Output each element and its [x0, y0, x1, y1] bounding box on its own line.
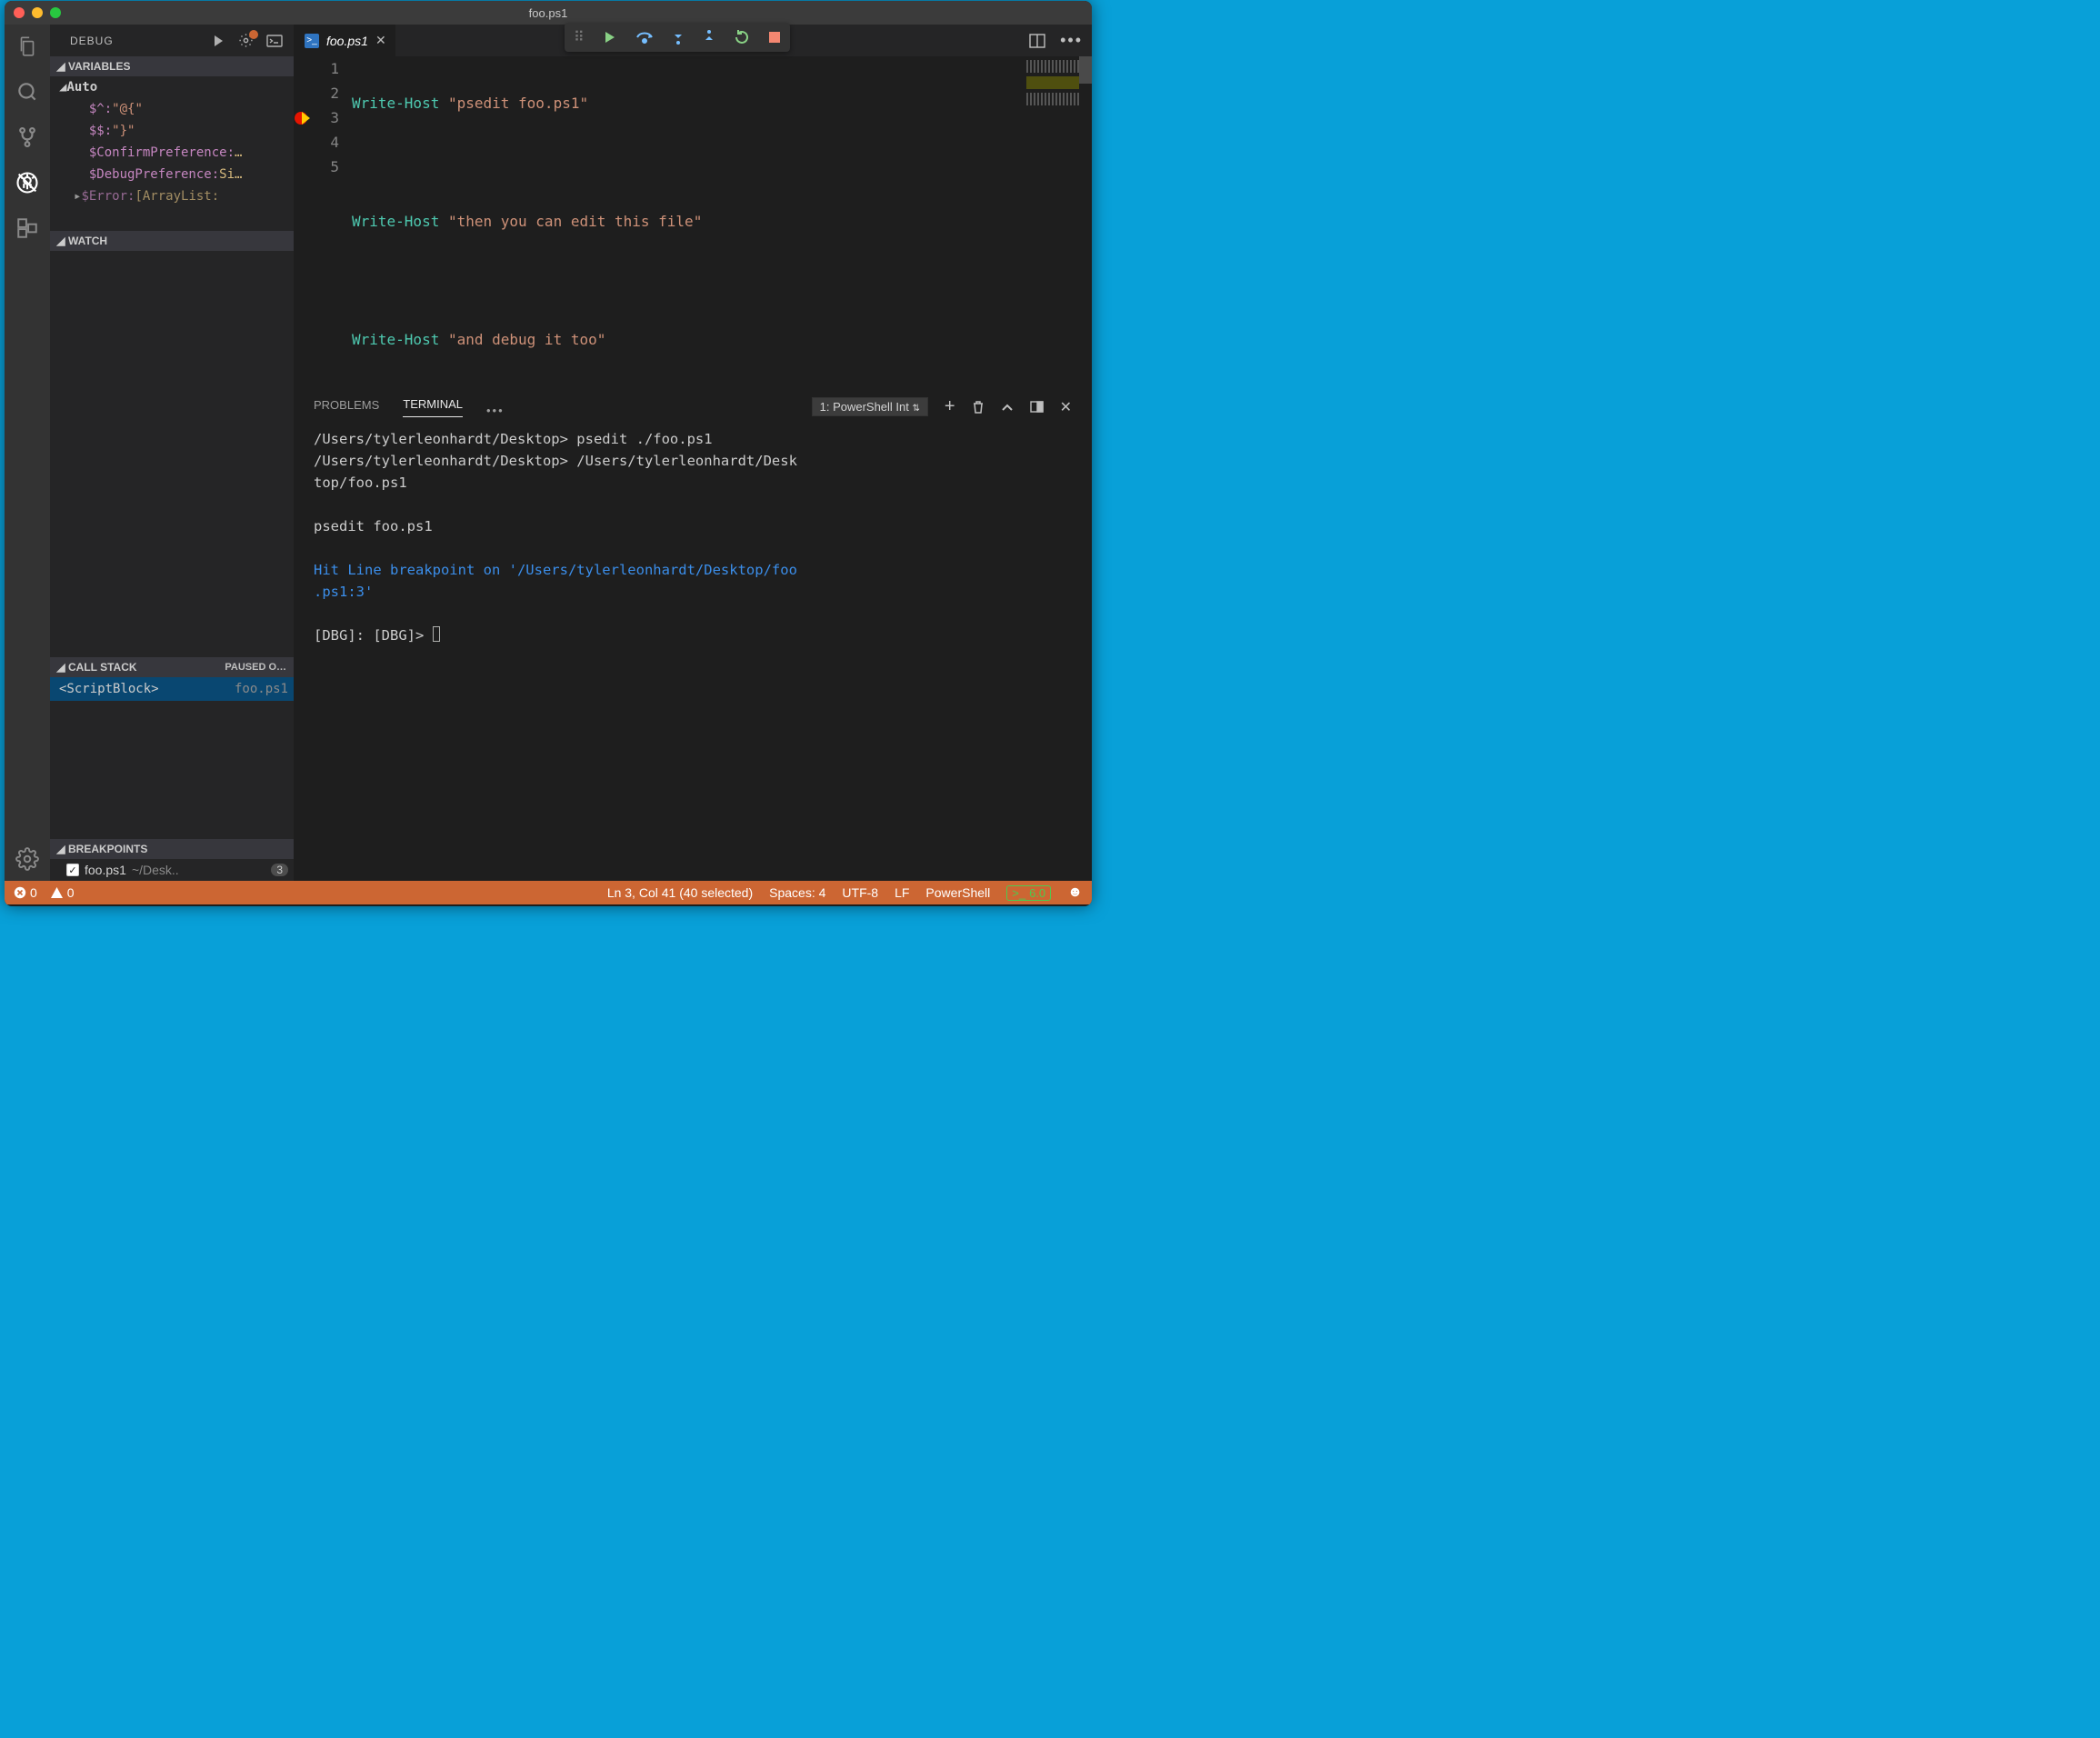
panel-tabs: PROBLEMS TERMINAL ••• 1: PowerShell Int …: [294, 387, 1092, 417]
debug-title: DEBUG: [70, 35, 211, 47]
debug-icon[interactable]: [15, 170, 40, 195]
start-debug-icon[interactable]: [211, 34, 225, 48]
panel-chevron-up-icon[interactable]: [1001, 403, 1014, 412]
extensions-icon[interactable]: [15, 215, 40, 241]
source-control-icon[interactable]: [15, 125, 40, 150]
breakpoint-checkbox[interactable]: ✓: [66, 864, 79, 876]
minimap[interactable]: [1026, 60, 1079, 105]
status-cursor-position[interactable]: Ln 3, Col 41 (40 selected): [607, 885, 753, 900]
breakpoints-section-header[interactable]: ◢BREAKPOINTS: [50, 839, 294, 859]
watch-section-header[interactable]: ◢WATCH: [50, 231, 294, 251]
callstack-section-header[interactable]: ◢CALL STACK PAUSED O…: [50, 657, 294, 677]
stop-button[interactable]: [768, 31, 781, 44]
debug-config-icon[interactable]: [238, 33, 254, 48]
variable-row[interactable]: $DebugPreference: Si…: [50, 164, 294, 185]
debug-header: DEBUG: [50, 25, 294, 56]
window-title: foo.ps1: [5, 6, 1092, 20]
code-editor[interactable]: 1 2 3 4 5 Write-Host "psedit foo.ps1" Wr…: [294, 56, 1092, 386]
vscode-window: foo.ps1: [5, 1, 1092, 906]
debug-toolbar[interactable]: ⠿: [565, 23, 790, 52]
panel: PROBLEMS TERMINAL ••• 1: PowerShell Int …: [294, 386, 1092, 881]
breakpoint-gutter[interactable]: [294, 56, 312, 386]
status-encoding[interactable]: UTF-8: [842, 885, 878, 900]
explorer-icon[interactable]: [15, 34, 40, 59]
maximize-panel-icon[interactable]: [1030, 401, 1044, 413]
debug-console-icon[interactable]: [266, 35, 283, 47]
titlebar: foo.ps1: [5, 1, 1092, 25]
callstack-frame[interactable]: <ScriptBlock> foo.ps1: [50, 677, 294, 701]
tab-foo-ps1[interactable]: >_ foo.ps1 ✕: [294, 25, 395, 56]
scroll-thumb[interactable]: [1079, 56, 1092, 84]
status-warnings[interactable]: 0: [50, 885, 75, 900]
search-icon[interactable]: [15, 79, 40, 105]
activity-bar: [5, 25, 50, 881]
close-panel-icon[interactable]: ✕: [1060, 398, 1072, 416]
breakpoint-row[interactable]: ✓ foo.ps1 ~/Desk.. 3: [50, 859, 294, 881]
split-editor-icon[interactable]: [1029, 34, 1045, 48]
status-powershell-version[interactable]: >_ 6.0: [1006, 885, 1051, 901]
powershell-file-icon: >_: [305, 34, 319, 48]
settings-gear-icon[interactable]: [15, 846, 40, 872]
status-feedback-icon[interactable]: ☻: [1067, 884, 1083, 901]
tab-bar: >_ foo.ps1 ✕ ⠿ •••: [294, 25, 1092, 56]
debug-sidebar: DEBUG ◢VARIABLES ◢ Auto $^: "@{" $$: "}": [50, 25, 294, 881]
config-badge: [249, 30, 258, 39]
terminal-cursor: [433, 626, 440, 642]
variable-row[interactable]: $^: "@{": [50, 98, 294, 120]
panel-overflow-icon[interactable]: •••: [486, 404, 505, 417]
watch-body: [50, 251, 294, 657]
status-bar: 0 0 Ln 3, Col 41 (40 selected) Spaces: 4…: [5, 881, 1092, 904]
variable-row[interactable]: $ConfirmPreference: …: [50, 142, 294, 164]
status-eol[interactable]: LF: [895, 885, 909, 900]
tab-terminal[interactable]: TERMINAL: [403, 397, 463, 417]
breakpoint-marker[interactable]: [294, 105, 312, 130]
callstack-body: <ScriptBlock> foo.ps1: [50, 677, 294, 839]
status-indent[interactable]: Spaces: 4: [769, 885, 825, 900]
variables-body: ◢ Auto $^: "@{" $$: "}" $ConfirmPreferen…: [50, 76, 294, 231]
drag-handle-icon[interactable]: ⠿: [574, 28, 585, 46]
continue-button[interactable]: [603, 30, 617, 45]
more-actions-icon[interactable]: •••: [1060, 31, 1083, 50]
line-number-gutter: 1 2 3 4 5: [312, 56, 352, 386]
step-into-button[interactable]: [672, 29, 685, 45]
restart-button[interactable]: [734, 29, 750, 45]
step-over-button[interactable]: [635, 30, 654, 45]
status-language[interactable]: PowerShell: [925, 885, 990, 900]
variable-scope-auto[interactable]: ◢ Auto: [50, 76, 294, 98]
status-errors[interactable]: 0: [14, 885, 37, 900]
editor-group: >_ foo.ps1 ✕ ⠿ •••: [294, 25, 1092, 881]
code-lines[interactable]: Write-Host "psedit foo.ps1" Write-Host "…: [352, 56, 1092, 386]
close-tab-icon[interactable]: ✕: [375, 33, 386, 48]
variable-row[interactable]: ▸ $Error: [ArrayList:: [50, 185, 294, 207]
variables-section-header[interactable]: ◢VARIABLES: [50, 56, 294, 76]
terminal-body[interactable]: /Users/tylerleonhardt/Desktop> psedit ./…: [294, 417, 1092, 881]
terminal-selector[interactable]: 1: PowerShell Int ⇅: [812, 397, 928, 416]
new-terminal-icon[interactable]: +: [945, 396, 955, 417]
tab-problems[interactable]: PROBLEMS: [314, 398, 379, 417]
kill-terminal-icon[interactable]: [972, 400, 985, 415]
step-out-button[interactable]: [703, 29, 715, 45]
variable-row[interactable]: $$: "}": [50, 120, 294, 142]
